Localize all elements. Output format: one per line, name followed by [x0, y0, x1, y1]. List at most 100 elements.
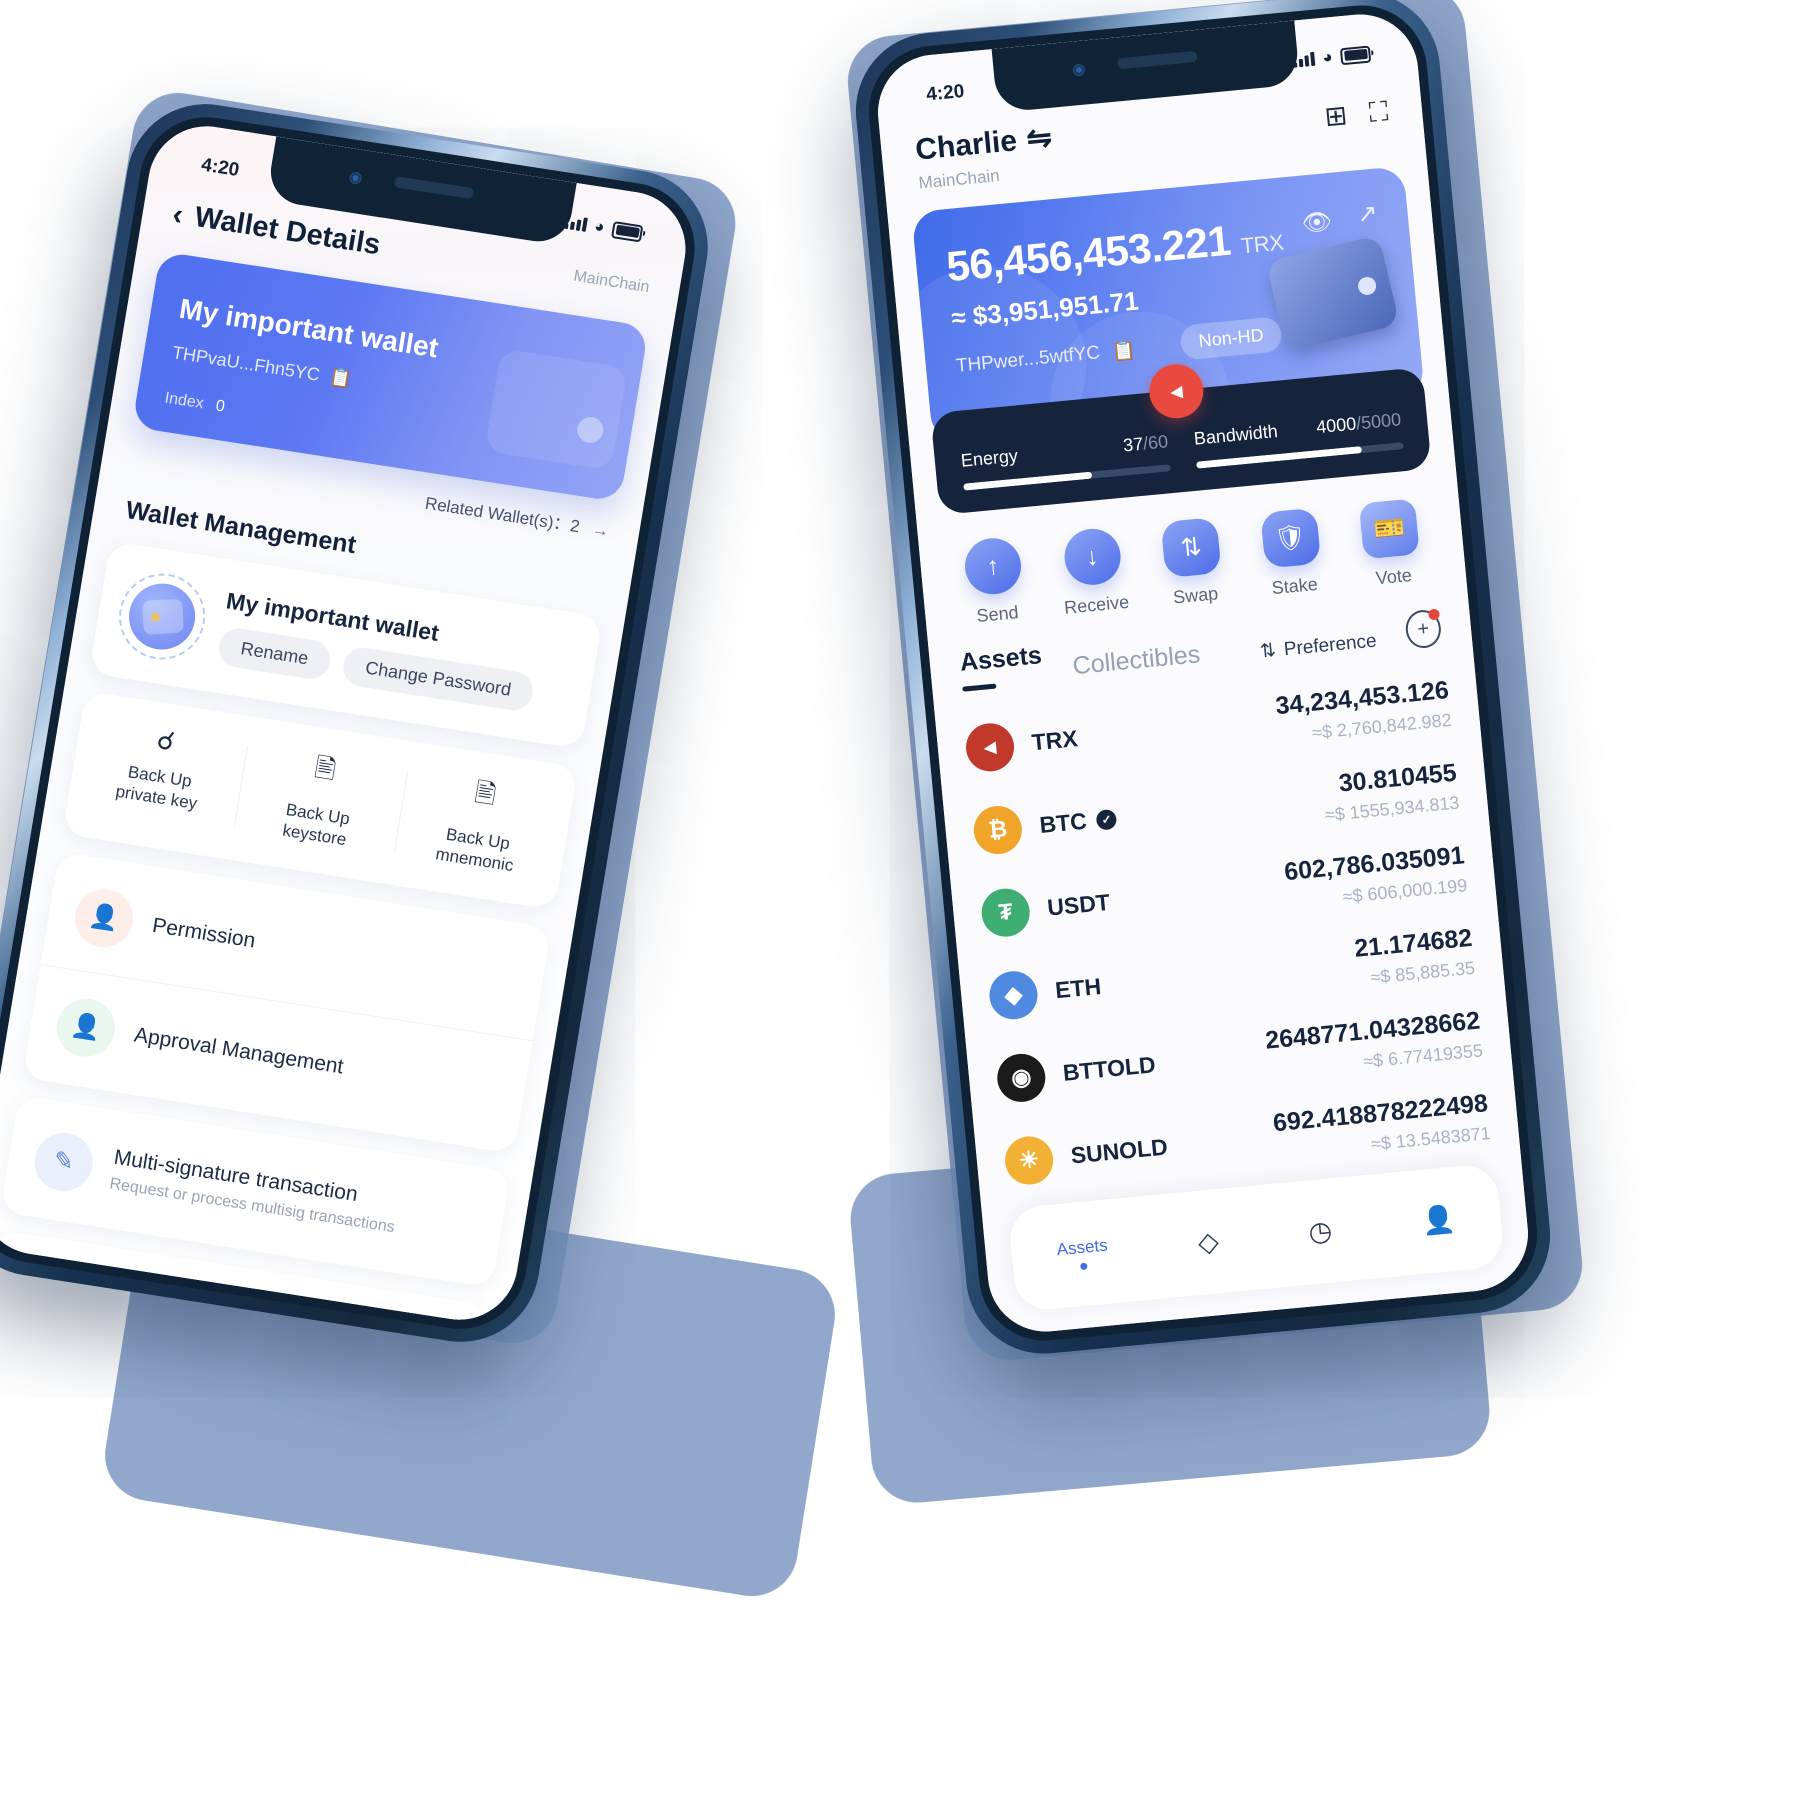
phone-mockup-right: 4:20 ◕ Charlie ⇋ MainChain ⊞ ⛶ 👁 ↗ 56,45… — [848, 0, 1558, 1361]
nav-layers[interactable]: ◇ — [1197, 1226, 1221, 1259]
avatar-ring — [112, 567, 212, 666]
profile-icon: 👤 — [1420, 1203, 1457, 1237]
status-time: 4:20 — [925, 80, 966, 106]
ticket-icon: 🎫 — [1358, 498, 1420, 560]
shield-icon: 🛡 — [1259, 507, 1321, 569]
resource-bandwidth-total: 5000 — [1360, 409, 1402, 433]
balance-unit: TRX — [1239, 229, 1285, 259]
key-icon: ☌ — [154, 724, 177, 757]
signal-icon — [1292, 51, 1316, 68]
eye-icon[interactable]: 👁 — [1300, 207, 1333, 239]
action-vote[interactable]: 🎫 Vote — [1341, 497, 1441, 592]
pen-icon: ✎ — [30, 1128, 98, 1195]
signal-icon — [564, 215, 588, 232]
arrow-down-icon: ↓ — [1061, 526, 1123, 588]
action-stake[interactable]: 🛡 Stake — [1242, 506, 1342, 601]
resource-bandwidth-label: Bandwidth — [1192, 420, 1279, 449]
action-swap[interactable]: ⇅ Swap — [1143, 515, 1243, 610]
battery-icon — [611, 220, 644, 242]
notification-dot — [1428, 608, 1441, 621]
wallet-address-text: THPvaU...Fhn5YC — [170, 342, 322, 385]
phone-mockup-left: 4:20 ◕ ‹ Wallet Details MainChain My imp… — [0, 93, 720, 1353]
nav-profile[interactable]: 👤 — [1420, 1203, 1456, 1238]
wallet-index-value: 0 — [214, 397, 227, 416]
wallet-index-label: Index — [163, 389, 205, 413]
wallet-address[interactable]: THPvaU...Fhn5YC 📋 — [171, 342, 354, 390]
tab-assets[interactable]: Assets — [959, 641, 1045, 692]
active-indicator-dot — [1080, 1262, 1088, 1271]
action-vote-label: Vote — [1374, 564, 1413, 589]
sort-icon: ⇅ — [1259, 640, 1277, 663]
resource-energy[interactable]: Energy 37/60 — [960, 431, 1171, 491]
btc-coin-icon: ₿ — [971, 803, 1024, 856]
chain-label: MainChain — [917, 165, 1001, 193]
menu-item-approval-label: Approval Management — [132, 1022, 346, 1078]
asset-symbol-usdt: USDT — [1046, 888, 1111, 921]
switch-account-icon[interactable]: ⇋ — [1025, 120, 1053, 157]
menu-item-permission-label: Permission — [150, 913, 258, 953]
action-send-label: Send — [975, 602, 1020, 627]
discover-icon: ◷ — [1307, 1214, 1334, 1247]
backup-mnemonic-button[interactable]: 🖹 Back Up mnemonic — [393, 763, 569, 883]
layers-icon: ◇ — [1196, 1225, 1221, 1258]
action-receive[interactable]: ↓ Receive — [1044, 525, 1144, 620]
wallet-index: Index 0 — [163, 390, 226, 417]
phone-bezel: 4:20 ◕ Charlie ⇋ MainChain ⊞ ⛶ 👁 ↗ 56,45… — [863, 0, 1543, 1347]
action-receive-label: Receive — [1063, 591, 1130, 618]
battery-icon — [1339, 45, 1372, 65]
arrow-up-icon: ↑ — [962, 535, 1024, 597]
add-wallet-icon[interactable]: ⊞ — [1323, 100, 1349, 134]
action-send[interactable]: ↑ Send — [945, 534, 1045, 629]
related-wallets-label: Related Wallet(s)：2 — [423, 493, 582, 537]
bttold-coin-icon: ◉ — [995, 1051, 1048, 1104]
keystore-icon: 🖹 — [312, 751, 339, 785]
asset-amount-eth: 21.174682 — [1353, 923, 1474, 963]
avatar — [124, 578, 201, 655]
add-token-button[interactable]: + — [1403, 608, 1443, 650]
backup-keystore-button[interactable]: 🖹 Back Up keystore — [233, 738, 409, 858]
nav-assets-label: Assets — [1055, 1235, 1109, 1260]
sunold-coin-icon: ☀ — [1002, 1133, 1056, 1187]
nav-discover[interactable]: ◷ — [1307, 1215, 1333, 1248]
wifi-icon: ◕ — [592, 216, 607, 237]
action-swap-label: Swap — [1172, 583, 1220, 608]
scan-icon[interactable]: ⛶ — [1368, 96, 1390, 130]
backup-private-key-button[interactable]: ☌ Back Up private key — [73, 713, 249, 833]
asset-symbol-bttold: BTTOLD — [1061, 1051, 1157, 1086]
trx-coin-icon: ◂ — [963, 720, 1017, 774]
resource-energy-label: Energy — [960, 445, 1019, 471]
swap-icon: ⇅ — [1160, 517, 1222, 579]
resource-bandwidth-used: 4000 — [1315, 413, 1358, 438]
arrow-up-right-icon[interactable]: ↗ — [1356, 199, 1379, 230]
resource-energy-used: 37 — [1122, 433, 1145, 456]
asset-list: ◂ TRX 34,234,453.126 ≈$ 2,760,842.982 ₿ … — [933, 644, 1521, 1207]
status-time: 4:20 — [199, 154, 241, 182]
action-stake-label: Stake — [1270, 573, 1319, 599]
eth-coin-icon: ◆ — [987, 968, 1040, 1021]
back-icon[interactable]: ‹ — [170, 197, 185, 231]
wifi-icon: ◕ — [1321, 47, 1334, 67]
arrow-right-icon: → — [590, 519, 611, 541]
copy-icon[interactable]: 📋 — [328, 367, 353, 391]
mnemonic-icon: 🖹 — [472, 776, 499, 810]
wallet-home-screen: 4:20 ◕ Charlie ⇋ MainChain ⊞ ⛶ 👁 ↗ 56,45… — [872, 9, 1534, 1337]
verified-icon: ✓ — [1095, 808, 1118, 831]
asset-symbol-trx: TRX — [1030, 725, 1079, 756]
approval-icon: 👤 — [52, 994, 120, 1061]
copy-icon[interactable]: 📋 — [1111, 338, 1137, 364]
wallet-illustration — [468, 328, 639, 489]
link-icon: 🔗 — [8, 1262, 75, 1328]
account-switcher[interactable]: Charlie ⇋ — [914, 120, 1054, 168]
asset-usd-eth: ≈$ 85,885.35 — [1369, 957, 1476, 988]
permission-icon: 👤 — [70, 884, 138, 951]
usdt-coin-icon: ₮ — [979, 885, 1032, 939]
rename-button[interactable]: Rename — [215, 625, 334, 682]
nav-assets[interactable]: Assets — [1056, 1236, 1110, 1273]
account-name: Charlie — [913, 123, 1019, 167]
resource-bandwidth[interactable]: Bandwidth 4000/5000 — [1192, 409, 1404, 469]
screenshot-canvas: 4:20 ◕ ‹ Wallet Details MainChain My imp… — [0, 0, 1800, 1800]
chain-label: MainChain — [572, 267, 651, 296]
asset-symbol-eth: ETH — [1053, 973, 1103, 1004]
asset-symbol-sunold: SUNOLD — [1069, 1133, 1169, 1169]
resource-energy-total: 60 — [1147, 431, 1169, 454]
